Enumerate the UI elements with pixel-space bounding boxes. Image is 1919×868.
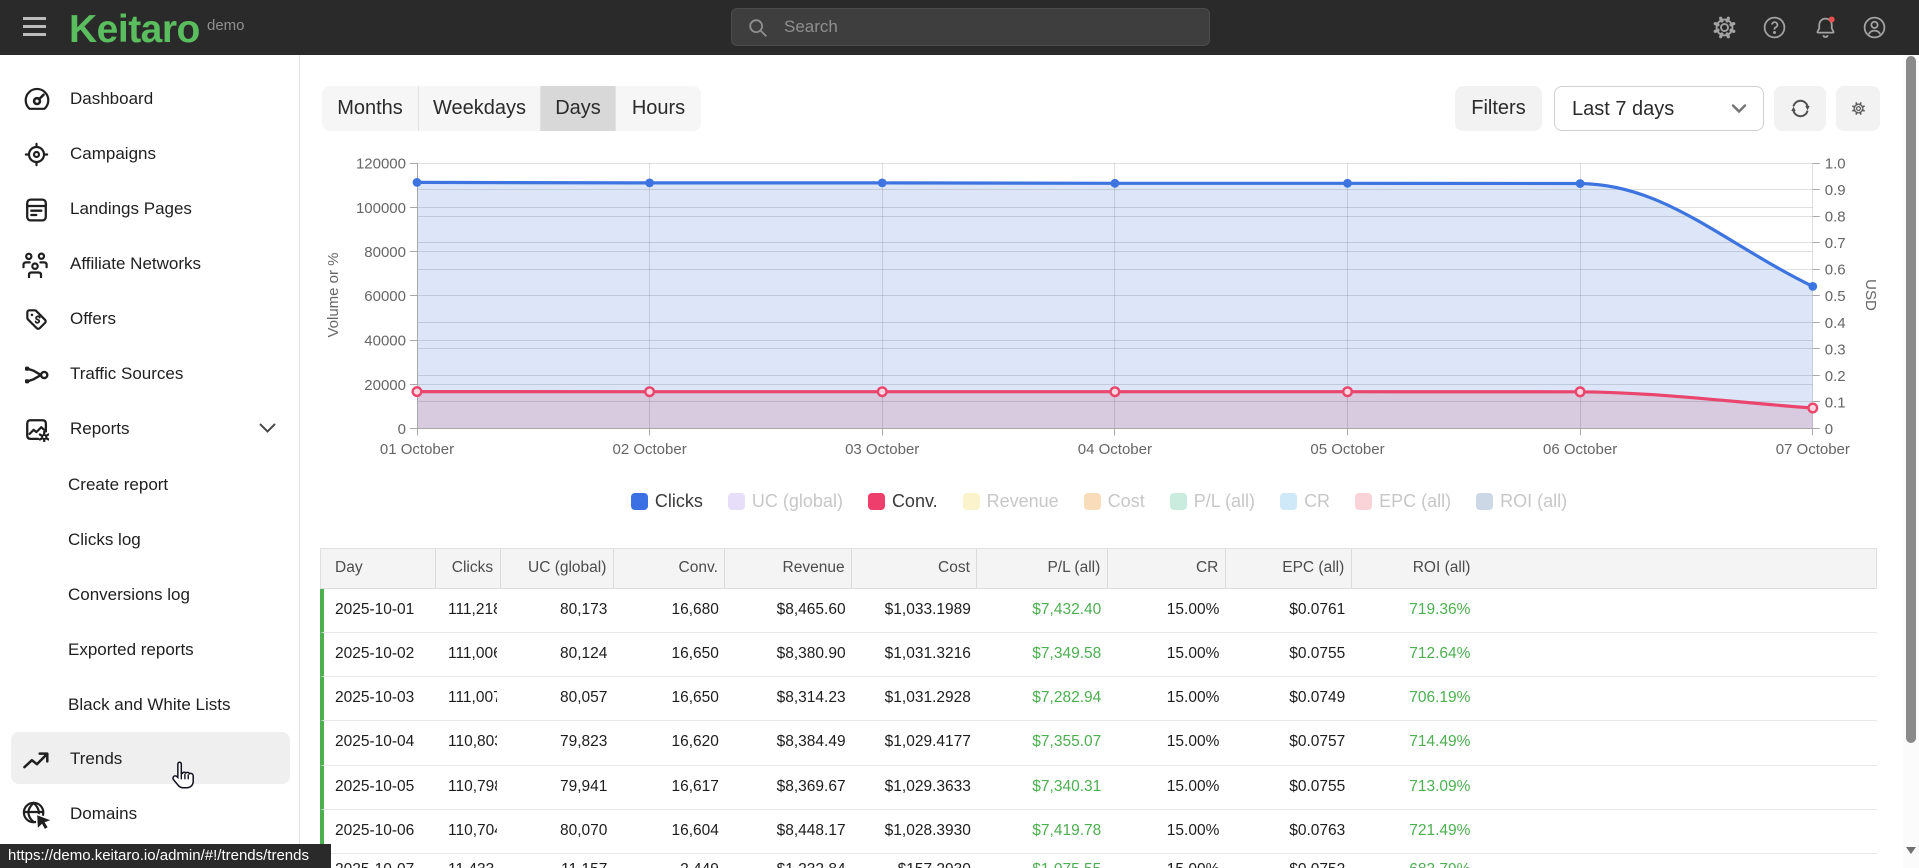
svg-text:80000: 80000 (364, 244, 406, 261)
svg-text:100000: 100000 (356, 200, 406, 217)
svg-text:0.3: 0.3 (1825, 341, 1846, 358)
svg-text:0: 0 (1825, 421, 1833, 438)
svg-text:0.8: 0.8 (1825, 209, 1846, 226)
svg-text:01 October: 01 October (380, 441, 454, 458)
svg-text:0.2: 0.2 (1825, 368, 1846, 385)
svg-text:05 October: 05 October (1310, 441, 1384, 458)
svg-text:1.0: 1.0 (1825, 156, 1846, 173)
svg-text:0.9: 0.9 (1825, 182, 1846, 199)
svg-text:07 October: 07 October (1776, 441, 1850, 458)
svg-text:0.6: 0.6 (1825, 262, 1846, 279)
svg-text:02 October: 02 October (612, 441, 686, 458)
svg-text:20000: 20000 (364, 377, 406, 394)
svg-text:40000: 40000 (364, 333, 406, 350)
svg-text:0.1: 0.1 (1825, 394, 1846, 411)
svg-text:0.7: 0.7 (1825, 235, 1846, 252)
svg-text:0: 0 (398, 421, 406, 438)
svg-text:USD: USD (1862, 279, 1879, 311)
svg-text:04 October: 04 October (1078, 441, 1152, 458)
svg-text:0.4: 0.4 (1825, 315, 1846, 332)
svg-text:Volume or %: Volume or % (325, 252, 342, 337)
svg-text:03 October: 03 October (845, 441, 919, 458)
svg-text:120000: 120000 (356, 156, 406, 173)
svg-text:06 October: 06 October (1543, 441, 1617, 458)
svg-text:60000: 60000 (364, 288, 406, 305)
svg-text:0.5: 0.5 (1825, 288, 1846, 305)
